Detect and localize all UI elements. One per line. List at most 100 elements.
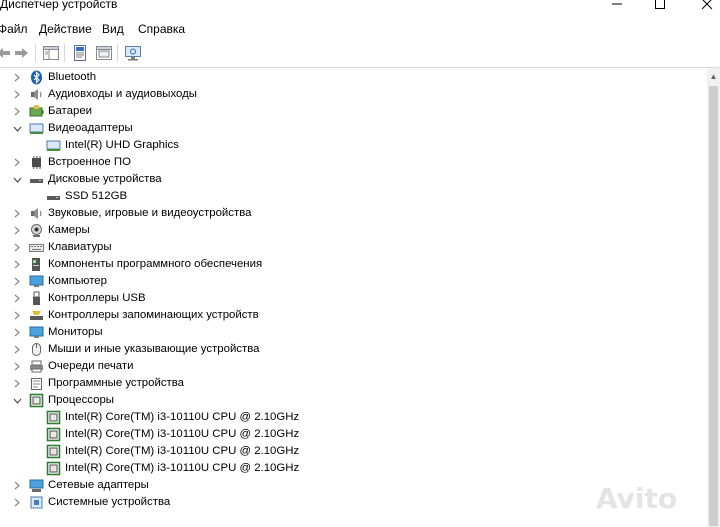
tree-device[interactable]: Intel(R) Core(TM) i3-10110U CPU @ 2.10GH…	[0, 460, 705, 477]
tree-item-label: SSD 512GB	[65, 190, 128, 202]
network-adapter-icon	[29, 478, 44, 493]
tree-item-label: Видеоадаптеры	[48, 122, 133, 134]
title-bar: Диспетчер устройств	[0, 0, 720, 14]
tree-category[interactable]: Контроллеры запоминающих устройств	[0, 307, 705, 324]
close-button[interactable]	[684, 0, 720, 12]
scan-hardware-button[interactable]	[124, 44, 142, 62]
back-arrow-icon	[0, 48, 10, 58]
tree-category[interactable]: Очереди печати	[0, 358, 705, 375]
processor-icon	[46, 427, 61, 442]
collapse-chevron-icon[interactable]	[11, 392, 23, 409]
forward-button[interactable]	[13, 44, 31, 62]
tree-device[interactable]: Intel(R) Core(TM) i3-10110U CPU @ 2.10GH…	[0, 426, 705, 443]
expand-chevron-icon[interactable]	[11, 256, 23, 273]
disk-drive-icon	[29, 172, 44, 187]
disk-drive-icon	[46, 189, 61, 204]
expand-chevron-icon[interactable]	[11, 103, 23, 120]
mouse-icon	[29, 342, 44, 357]
tree-item-label: Мыши и иные указывающие устройства	[48, 343, 260, 355]
maximize-icon	[655, 0, 665, 9]
tree-category[interactable]: Звуковые, игровые и видеоустройства	[0, 205, 705, 222]
properties-button[interactable]	[71, 44, 89, 62]
tree-device[interactable]: Intel(R) Core(TM) i3-10110U CPU @ 2.10GH…	[0, 409, 705, 426]
tree-category[interactable]: Bluetooth	[0, 69, 705, 86]
collapse-chevron-icon[interactable]	[11, 171, 23, 188]
display-adapter-icon	[29, 121, 44, 136]
processor-icon	[46, 444, 61, 459]
tree-category[interactable]: Процессоры	[0, 392, 705, 409]
tree-top-border	[0, 67, 720, 68]
tree-category[interactable]: Мыши и иные указывающие устройства	[0, 341, 705, 358]
help-button[interactable]	[95, 44, 113, 62]
menu-bar: Файл Действие Вид Справка	[0, 20, 720, 38]
tree-category[interactable]: Клавиатуры	[0, 239, 705, 256]
battery-icon	[29, 104, 44, 119]
expand-chevron-icon[interactable]	[11, 205, 23, 222]
processor-icon	[46, 461, 61, 476]
tree-item-label: Intel(R) Core(TM) i3-10110U CPU @ 2.10GH…	[65, 428, 300, 440]
expand-chevron-icon[interactable]	[11, 341, 23, 358]
tree-item-label: Камеры	[48, 224, 90, 236]
tree-item-label: Системные устройства	[48, 496, 171, 508]
processor-icon	[29, 393, 44, 408]
tree-category[interactable]: Встроенное ПО	[0, 154, 705, 171]
expand-chevron-icon[interactable]	[11, 222, 23, 239]
tree-item-label: Клавиатуры	[48, 241, 112, 253]
toolbar-separator	[117, 44, 118, 62]
tree-device[interactable]: SSD 512GB	[0, 188, 705, 205]
expand-chevron-icon[interactable]	[11, 307, 23, 324]
scroll-up-button[interactable]: ▲	[707, 68, 720, 84]
tree-item-label: Контроллеры запоминающих устройств	[48, 309, 259, 321]
expand-chevron-icon[interactable]	[11, 494, 23, 511]
tree-category[interactable]: Мониторы	[0, 324, 705, 341]
tree-item-label: Батареи	[48, 105, 93, 117]
expand-chevron-icon[interactable]	[11, 477, 23, 494]
tree-item-label: Очереди печати	[48, 360, 134, 372]
tree-category[interactable]: Программные устройства	[0, 375, 705, 392]
maximize-button[interactable]	[637, 0, 683, 12]
expand-chevron-icon[interactable]	[11, 358, 23, 375]
tree-category[interactable]: Дисковые устройства	[0, 171, 705, 188]
tree-item-label: Аудиовходы и аудиовыходы	[48, 88, 197, 100]
tree-item-label: Компоненты программного обеспечения	[48, 258, 263, 270]
show-hide-tree-button[interactable]	[42, 44, 60, 62]
tree-category[interactable]: Компоненты программного обеспечения	[0, 256, 705, 273]
speaker-icon	[29, 206, 44, 221]
software-device-icon	[29, 376, 44, 391]
tree-item-label: Сетевые адаптеры	[48, 479, 149, 491]
tree-category[interactable]: Контроллеры USB	[0, 290, 705, 307]
back-button[interactable]	[0, 44, 12, 62]
menu-file[interactable]: Файл	[0, 22, 28, 36]
menu-help[interactable]: Справка	[138, 22, 185, 36]
tree-device[interactable]: Intel(R) Core(TM) i3-10110U CPU @ 2.10GH…	[0, 443, 705, 460]
tree-category[interactable]: Аудиовходы и аудиовыходы	[0, 86, 705, 103]
expand-chevron-icon[interactable]	[11, 290, 23, 307]
menu-action[interactable]: Действие	[39, 22, 92, 36]
menu-view[interactable]: Вид	[102, 22, 124, 36]
expand-chevron-icon[interactable]	[11, 375, 23, 392]
tree-item-label: Intel(R) Core(TM) i3-10110U CPU @ 2.10GH…	[65, 462, 300, 474]
tree-category[interactable]: Видеоадаптеры	[0, 120, 705, 137]
expand-chevron-icon[interactable]	[11, 86, 23, 103]
expand-chevron-icon[interactable]	[11, 154, 23, 171]
tree-category[interactable]: Камеры	[0, 222, 705, 239]
expand-chevron-icon[interactable]	[11, 273, 23, 290]
collapse-chevron-icon[interactable]	[11, 120, 23, 137]
tree-category[interactable]: Компьютер	[0, 273, 705, 290]
tree-item-label: Intel(R) Core(TM) i3-10110U CPU @ 2.10GH…	[65, 445, 300, 457]
computer-icon	[29, 274, 44, 289]
expand-chevron-icon[interactable]	[11, 324, 23, 341]
tree-item-label: Контроллеры USB	[48, 292, 146, 304]
camera-icon	[29, 223, 44, 238]
tree-item-label: Компьютер	[48, 275, 107, 287]
firmware-icon	[29, 155, 44, 170]
minimize-button[interactable]	[594, 0, 640, 12]
scrollbar-thumb[interactable]	[709, 86, 718, 526]
device-tree[interactable]: Bluetooth Аудиовходы и аудиовыходы Батареи…	[0, 69, 705, 511]
expand-chevron-icon[interactable]	[11, 239, 23, 256]
expand-chevron-icon[interactable]	[11, 69, 23, 86]
system-device-icon	[29, 495, 44, 510]
window-title: Диспетчер устройств	[0, 0, 118, 11]
tree-category[interactable]: Батареи	[0, 103, 705, 120]
tree-device[interactable]: Intel(R) UHD Graphics	[0, 137, 705, 154]
